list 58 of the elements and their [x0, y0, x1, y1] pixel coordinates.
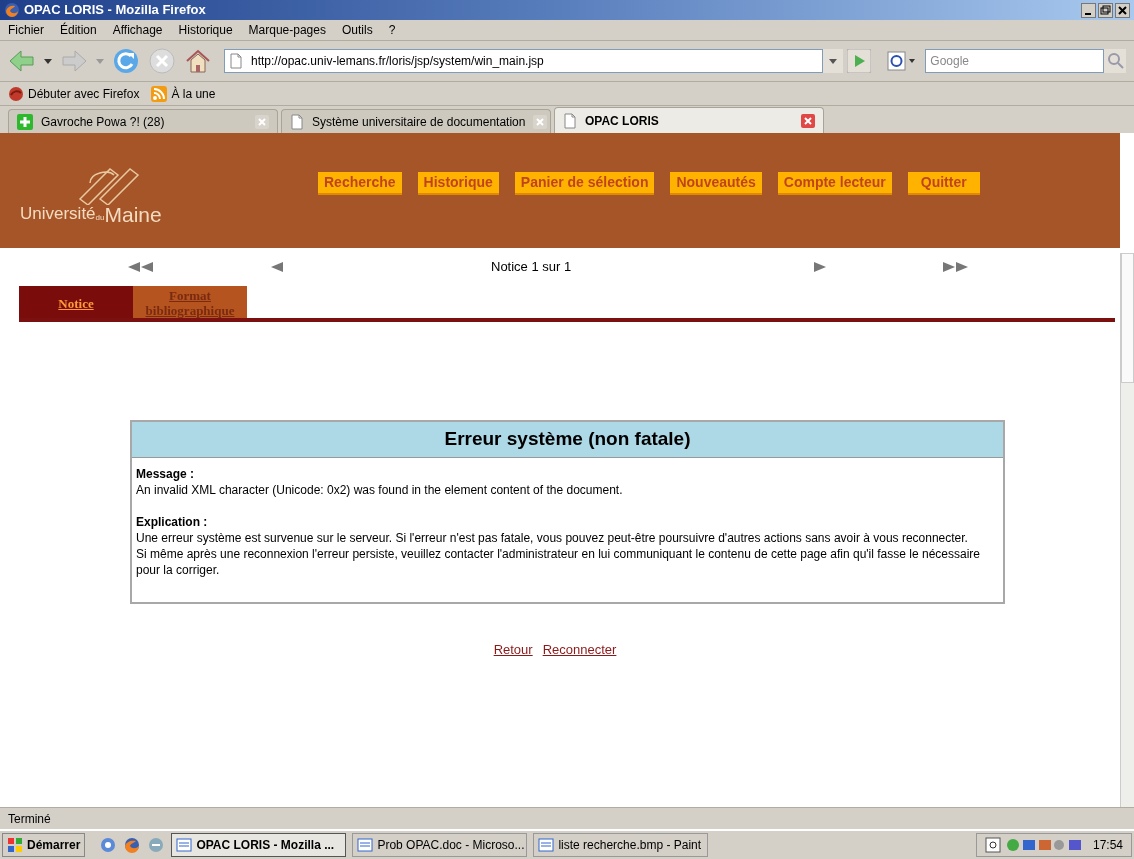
- minimize-icon[interactable]: [1081, 2, 1096, 18]
- window-title: OPAC LORIS - Mozilla Firefox: [24, 1, 206, 20]
- dropdown-caret-icon[interactable]: [823, 49, 844, 73]
- section-heading: Message :: [136, 466, 196, 482]
- page-icon: [563, 112, 577, 129]
- status-text: Terminé: [8, 810, 51, 828]
- message-text: Une erreur système est survenue sur le serveur. Si l'erreur n'est pas fatale, vous pouvez peut-être poursuivre d'autres actions sans avoir à vous reconnecter.: [136, 530, 969, 546]
- app-icon: [538, 837, 555, 853]
- browser-tab[interactable]: OPAC LORIS: [554, 107, 824, 133]
- scrollbar[interactable]: [1120, 253, 1134, 807]
- browser-icon[interactable]: [99, 836, 118, 854]
- previous-arrow-icon[interactable]: [271, 261, 283, 273]
- error-title: Erreur système (non fatale): [132, 422, 1003, 458]
- browser-tab[interactable]: Gavroche Powa ?! (28): [8, 109, 278, 133]
- view-tab[interactable]: Notice: [19, 286, 133, 318]
- taskbar-button[interactable]: Prob OPAC.doc - Microso...: [352, 833, 528, 857]
- dropdown-caret-icon[interactable]: [44, 57, 52, 65]
- restore-icon[interactable]: [1098, 2, 1113, 18]
- search-field[interactable]: Google: [925, 49, 1104, 73]
- menu-item[interactable]: Outils: [341, 21, 373, 39]
- app-icon: [176, 837, 193, 853]
- menu-item[interactable]: Affichage: [112, 21, 163, 39]
- logo-text: Université: [20, 202, 96, 225]
- section-heading: Explication :: [136, 514, 209, 530]
- logo-text: Maine: [104, 204, 162, 227]
- reload-icon[interactable]: [112, 47, 140, 75]
- home-icon[interactable]: [184, 47, 212, 75]
- menu-item[interactable]: Édition: [60, 21, 97, 39]
- address-field[interactable]: http://opac.univ-lemans.fr/loris/jsp/system/win_main.jsp: [224, 49, 824, 73]
- record-counter: Notice 1 sur 1: [491, 258, 572, 277]
- menu-item[interactable]: Marque-pages: [248, 21, 326, 39]
- taskbar-button[interactable]: liste recherche.bmp - Paint: [533, 833, 709, 857]
- app-icon: [357, 837, 374, 853]
- search-icon[interactable]: [1104, 49, 1126, 73]
- message-text: An invalid XML character (Unicode: 0x2) was found in the element content of the document.: [136, 482, 624, 498]
- plus-icon: [17, 113, 33, 130]
- logo-text: du: [95, 213, 105, 225]
- browser-tab[interactable]: Système universitaire de documentation: [281, 109, 551, 133]
- menu-item[interactable]: ?: [388, 21, 396, 39]
- bookmark-link[interactable]: Débuter avec Firefox: [28, 84, 140, 103]
- text-link[interactable]: Retour: [493, 640, 533, 660]
- windows-logo-icon: [7, 837, 23, 853]
- menu-item[interactable]: Historique: [178, 21, 233, 39]
- close-icon[interactable]: [1115, 2, 1130, 18]
- taskbar-button[interactable]: OPAC LORIS - Mozilla ...: [171, 833, 347, 857]
- text-link[interactable]: Reconnecter: [542, 640, 617, 660]
- google-engine-icon[interactable]: [887, 49, 918, 73]
- page-icon: [290, 113, 304, 130]
- start-button[interactable]: Démarrer: [2, 833, 86, 857]
- feed-icon: [151, 85, 168, 102]
- message-text: Si même après une reconnexion l'erreur persiste, veuillez contacter l'administrateur en lui communiquant le contenu de cette page afin qu'il fasse le nécessaire pour la corriger.: [136, 546, 981, 578]
- previous-arrow-icon[interactable]: [128, 261, 153, 273]
- menu-item[interactable]: Fichier: [8, 21, 44, 39]
- next-arrow-icon[interactable]: [814, 261, 827, 273]
- bookmark-link[interactable]: À la une: [171, 84, 216, 103]
- next-arrow-icon[interactable]: [943, 261, 969, 273]
- clock: 17:54: [1092, 837, 1123, 854]
- page-icon: [229, 53, 243, 69]
